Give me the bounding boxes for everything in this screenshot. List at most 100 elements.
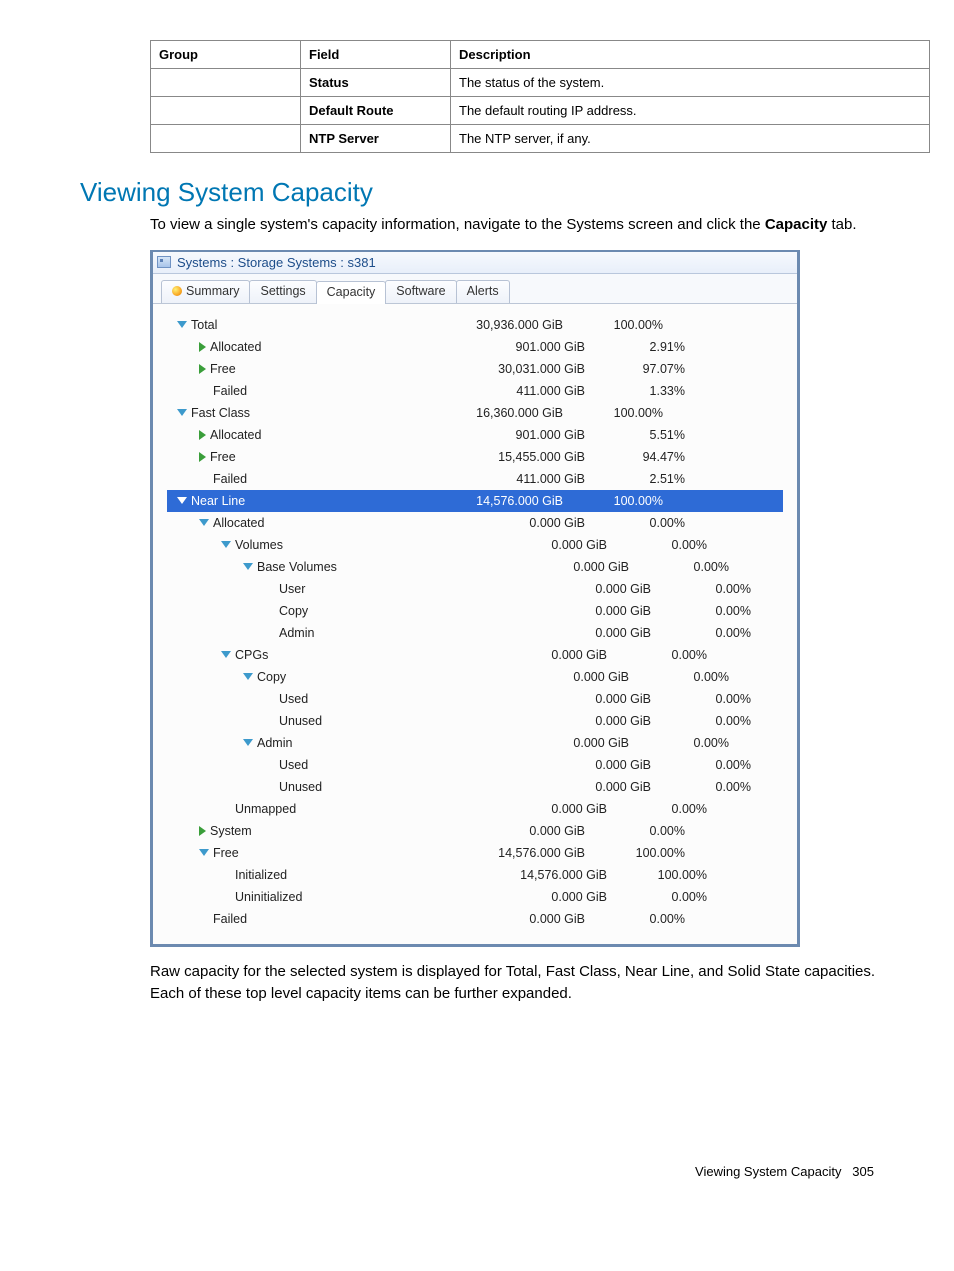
intro-paragraph: To view a single system's capacity infor…	[150, 214, 884, 236]
section-heading: Viewing System Capacity	[80, 177, 924, 208]
tree-row[interactable]: Copy0.000 GiB0.00%	[167, 600, 783, 622]
tree-row[interactable]: Uninitialized0.000 GiB0.00%	[167, 886, 783, 908]
tree-row[interactable]: Copy0.000 GiB0.00%	[167, 666, 783, 688]
tab-capacity[interactable]: Capacity	[316, 281, 387, 304]
tab-strip: Summary Settings CapacitySoftwareAlerts	[153, 274, 797, 304]
cell-group	[151, 69, 301, 97]
tree-percent: 0.00%	[607, 648, 707, 662]
tree-percent: 100.00%	[585, 846, 685, 860]
footer-page: 305	[852, 1164, 874, 1179]
tree-label-text: Failed	[213, 912, 247, 926]
tree-value: 0.000 GiB	[489, 670, 629, 684]
cell-group	[151, 125, 301, 153]
field-description-table: Group Field Description StatusThe status…	[150, 40, 930, 153]
tree-row-label: Unused	[167, 780, 322, 794]
tree-row-label: Admin	[167, 736, 292, 750]
tab-label: Settings	[260, 284, 305, 298]
tree-percent: 0.00%	[629, 736, 729, 750]
tab-alerts[interactable]: Alerts	[456, 280, 510, 303]
tree-row[interactable]: Failed411.000 GiB2.51%	[167, 468, 783, 490]
expand-down-icon[interactable]	[199, 519, 209, 526]
tree-value: 0.000 GiB	[511, 758, 651, 772]
tree-row-label: Fast Class	[167, 406, 250, 420]
tree-row[interactable]: Allocated901.000 GiB2.91%	[167, 336, 783, 358]
tree-row[interactable]: Admin 0.000 GiB0.00%	[167, 732, 783, 754]
footer-label: Viewing System Capacity	[695, 1164, 841, 1179]
capacity-tree[interactable]: Total30,936.000 GiB100.00%Allocated901.0…	[153, 304, 797, 944]
tree-row[interactable]: Used0.000 GiB0.00%	[167, 754, 783, 776]
tree-label-text: Allocated	[213, 516, 264, 530]
tree-row[interactable]: Unmapped0.000 GiB0.00%	[167, 798, 783, 820]
tree-value: 16,360.000 GiB	[423, 406, 563, 420]
expand-down-icon[interactable]	[199, 849, 209, 856]
tree-row[interactable]: Free15,455.000 GiB94.47%	[167, 446, 783, 468]
tree-row[interactable]: Allocated0.000 GiB0.00%	[167, 512, 783, 534]
tree-row[interactable]: Used0.000 GiB0.00%	[167, 688, 783, 710]
tree-row[interactable]: CPGs0.000 GiB0.00%	[167, 644, 783, 666]
tree-row[interactable]: Initialized14,576.000 GiB100.00%	[167, 864, 783, 886]
tree-percent: 0.00%	[607, 802, 707, 816]
expand-right-icon[interactable]	[199, 342, 206, 352]
tree-label-text: Copy	[257, 670, 286, 684]
expand-right-icon[interactable]	[199, 452, 206, 462]
tree-row[interactable]: Near Line14,576.000 GiB100.00%	[167, 490, 783, 512]
tree-row-label: CPGs	[167, 648, 268, 662]
tree-row[interactable]: User0.000 GiB0.00%	[167, 578, 783, 600]
expand-down-icon[interactable]	[177, 497, 187, 504]
cell-field: Default Route	[301, 97, 451, 125]
tree-row-label: Failed	[167, 472, 247, 486]
expand-right-icon[interactable]	[199, 826, 206, 836]
tree-row[interactable]: Free30,031.000 GiB97.07%	[167, 358, 783, 380]
capacity-window: Systems : Storage Systems : s381 Summary…	[150, 250, 800, 947]
cell-desc: The NTP server, if any.	[451, 125, 930, 153]
cell-field: Status	[301, 69, 451, 97]
expand-down-icon[interactable]	[177, 409, 187, 416]
tab-label: Summary	[186, 284, 239, 298]
tree-percent: 0.00%	[651, 582, 751, 596]
tree-label-text: Near Line	[191, 494, 245, 508]
tree-row[interactable]: Allocated901.000 GiB5.51%	[167, 424, 783, 446]
tree-label-text: Free	[210, 450, 236, 464]
expand-right-icon[interactable]	[199, 364, 206, 374]
tree-row[interactable]: Admin0.000 GiB0.00%	[167, 622, 783, 644]
tree-value: 0.000 GiB	[445, 824, 585, 838]
tree-row[interactable]: Fast Class16,360.000 GiB100.00%	[167, 402, 783, 424]
tree-value: 0.000 GiB	[489, 736, 629, 750]
tree-row[interactable]: Total30,936.000 GiB100.00%	[167, 314, 783, 336]
tree-row[interactable]: Base Volumes0.000 GiB0.00%	[167, 556, 783, 578]
tab-software[interactable]: Software	[385, 280, 456, 303]
tree-row[interactable]: Free14,576.000 GiB100.00%	[167, 842, 783, 864]
tree-label-text: System	[210, 824, 252, 838]
tree-value: 0.000 GiB	[511, 604, 651, 618]
tree-label-text: Failed	[213, 472, 247, 486]
tree-row-label: Uninitialized	[167, 890, 302, 904]
tree-value: 0.000 GiB	[511, 626, 651, 640]
tab-summary[interactable]: Summary	[161, 280, 250, 303]
tree-label-text: CPGs	[235, 648, 268, 662]
tree-row-label: Failed	[167, 912, 247, 926]
expand-down-icon[interactable]	[243, 673, 253, 680]
tree-value: 0.000 GiB	[511, 780, 651, 794]
tree-percent: 100.00%	[563, 318, 663, 332]
expand-down-icon[interactable]	[243, 739, 253, 746]
tree-label-text: Volumes	[235, 538, 283, 552]
tree-row[interactable]: Unused0.000 GiB0.00%	[167, 776, 783, 798]
after-paragraph: Raw capacity for the selected system is …	[150, 961, 884, 1005]
tree-row[interactable]: System 0.000 GiB0.00%	[167, 820, 783, 842]
tree-row[interactable]: Failed411.000 GiB1.33%	[167, 380, 783, 402]
tree-row[interactable]: Unused0.000 GiB0.00%	[167, 710, 783, 732]
tree-percent: 0.00%	[585, 824, 685, 838]
tree-row-label: Used	[167, 758, 308, 772]
tree-row[interactable]: Volumes0.000 GiB0.00%	[167, 534, 783, 556]
tab-settings[interactable]: Settings	[249, 280, 316, 303]
expand-down-icon[interactable]	[243, 563, 253, 570]
expand-down-icon[interactable]	[221, 651, 231, 658]
window-title-text: Systems : Storage Systems : s381	[177, 255, 376, 270]
tree-row-label: System	[167, 824, 252, 838]
expand-right-icon[interactable]	[199, 430, 206, 440]
expand-down-icon[interactable]	[221, 541, 231, 548]
expand-down-icon[interactable]	[177, 321, 187, 328]
status-dot-icon	[172, 286, 182, 296]
cell-desc: The default routing IP address.	[451, 97, 930, 125]
tree-row[interactable]: Failed0.000 GiB0.00%	[167, 908, 783, 930]
